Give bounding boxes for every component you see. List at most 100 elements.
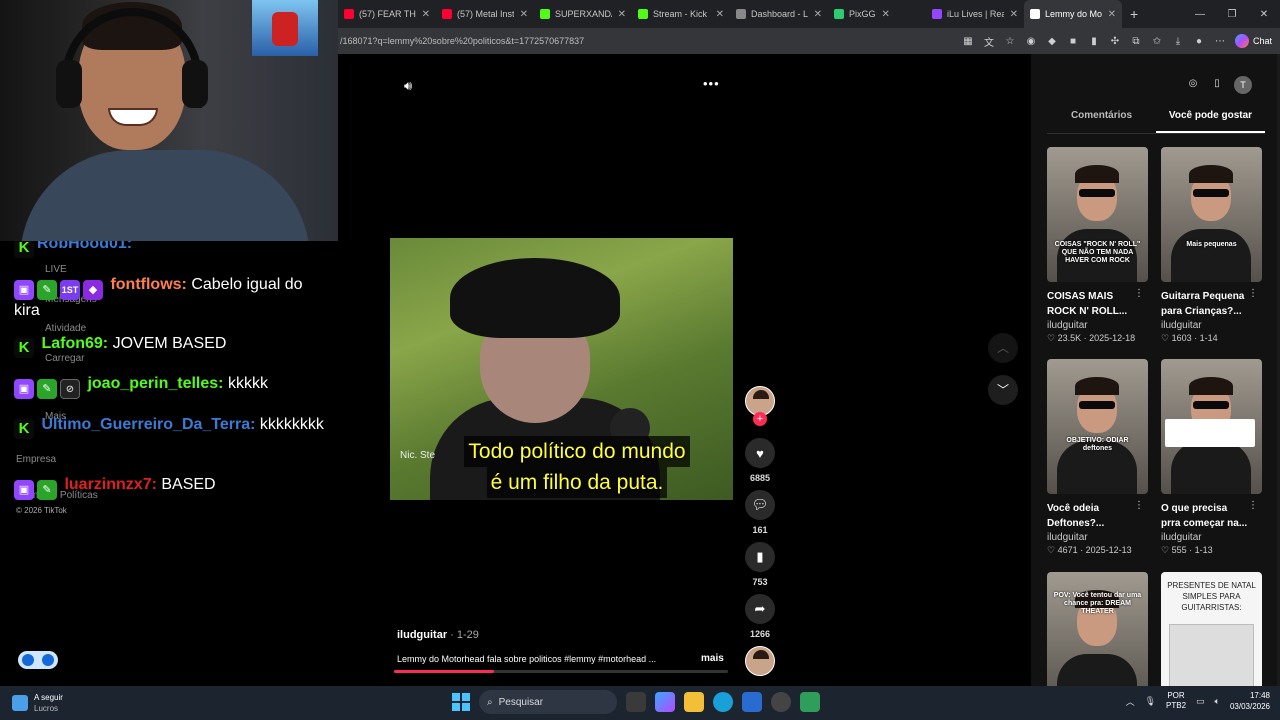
suggested-video-card[interactable]: OBJETIVO: ODIAR deftones ⋮ Você odeia De… xyxy=(1047,359,1148,556)
tab-favicon-icon xyxy=(834,9,844,19)
extension-icon[interactable]: ◉ xyxy=(1025,35,1037,47)
next-video-button[interactable]: ﹀ xyxy=(988,375,1018,405)
browser-tab[interactable]: SUPERXANDAO S ✕ xyxy=(534,0,632,28)
author-avatar[interactable]: + xyxy=(742,386,778,426)
new-tab-button[interactable]: + xyxy=(1130,6,1138,22)
side-panel: ◎ ▯ T Comentários Você pode gostar COISA… xyxy=(1031,54,1280,686)
tiktok-copyright: © 2026 TikTok xyxy=(16,506,67,515)
windows-start-icon[interactable] xyxy=(452,693,470,711)
description-more-link[interactable]: mais xyxy=(701,653,724,664)
copilot-chat-button[interactable]: Chat xyxy=(1234,34,1272,48)
tab-comments[interactable]: Comentários xyxy=(1047,110,1156,133)
profile-icon[interactable]: ● xyxy=(1193,35,1205,47)
save-button[interactable]: ▮ 753 xyxy=(742,542,778,587)
file-explorer-icon[interactable] xyxy=(684,692,704,712)
card-menu-icon[interactable]: ⋮ xyxy=(1134,288,1144,299)
suggested-video-card[interactable]: COISAS "ROCK N' ROLL" QUE NÃO TEM NADA H… xyxy=(1047,147,1148,344)
video-description: Lemmy do Motorhead fala sobre politicos … xyxy=(397,654,657,664)
share-button[interactable]: ➦ 1266 xyxy=(742,594,778,639)
apps-icon[interactable]: ▦ xyxy=(962,35,974,47)
follow-plus-icon[interactable]: + xyxy=(753,412,767,426)
task-view-icon[interactable] xyxy=(626,692,646,712)
video-thumbnail: PRESENTES DE NATAL SIMPLES PARA GUITARRI… xyxy=(1161,572,1262,686)
tab-close-icon[interactable]: ✕ xyxy=(882,9,890,20)
wall-poster xyxy=(252,0,318,56)
card-menu-icon[interactable]: ⋮ xyxy=(1248,288,1258,299)
suggested-video-card[interactable]: ⋮ O que precisa prra começar na... iludg… xyxy=(1161,359,1262,556)
chat-message: ▣ ✎ luarzinnzx7: BASED xyxy=(14,474,330,500)
tab-suggested[interactable]: Você pode gostar xyxy=(1156,110,1265,133)
taskbar-search[interactable]: ⌕ Pesquisar xyxy=(479,690,617,714)
card-menu-icon[interactable]: ⋮ xyxy=(1248,500,1258,511)
suggested-video-card[interactable]: POV: Você tentou dar uma chance pra: DRE… xyxy=(1047,572,1148,686)
video-author[interactable]: iludguitar · 1-29 xyxy=(397,629,479,641)
phone-icon[interactable]: ▯ xyxy=(1210,78,1224,92)
accessibility-toggle[interactable] xyxy=(18,651,58,669)
browser-tab[interactable]: iLu Lives | React ✕ xyxy=(926,0,1024,28)
favorites-icon[interactable]: ✩ xyxy=(1151,35,1163,47)
widgets-button[interactable]: A seguir Lucros xyxy=(12,692,63,714)
card-menu-icon[interactable]: ⋮ xyxy=(1134,500,1144,511)
translate-icon[interactable]: 文 xyxy=(983,35,995,49)
tab-title: iLu Lives | React xyxy=(947,9,1004,19)
url-text[interactable]: /168071?q=lemmy%20sobre%20politicos&t=17… xyxy=(340,36,962,46)
more-options-icon[interactable]: ••• xyxy=(703,76,720,91)
puzzle-icon[interactable]: ✣ xyxy=(1109,35,1121,47)
cowboy-hat xyxy=(450,258,620,338)
video-progress-bar[interactable] xyxy=(394,670,728,673)
suggested-video-card[interactable]: Mais pequenas ⋮ Guitarra Pequena para Cr… xyxy=(1161,147,1262,344)
extension-red-icon[interactable]: ▮ xyxy=(1088,35,1100,47)
comment-icon: 💬︎ xyxy=(745,490,775,520)
tab-close-icon[interactable]: ✕ xyxy=(422,9,430,20)
sound-author-avatar[interactable] xyxy=(742,646,778,676)
language-indicator[interactable]: POR PTB2 xyxy=(1166,691,1186,711)
user-avatar[interactable]: T xyxy=(1234,76,1252,94)
suggested-video-card[interactable]: PRESENTES DE NATAL SIMPLES PARA GUITARRI… xyxy=(1161,572,1262,686)
minimize-icon[interactable]: — xyxy=(1184,9,1216,20)
favorite-star-icon[interactable]: ☆ xyxy=(1004,35,1016,47)
browser-tab[interactable]: Stream - Kick Da ✕ xyxy=(632,0,730,28)
download-icon[interactable]: ⤓ xyxy=(1172,35,1184,47)
tab-close-icon[interactable]: ✕ xyxy=(520,9,528,20)
close-window-icon[interactable]: ✕ xyxy=(1248,9,1280,20)
chat-message: K Lafon69: JOVEM BASED xyxy=(14,333,330,358)
chat-message-partial: K RobHood01: xyxy=(14,241,330,258)
photos-app-icon[interactable] xyxy=(742,692,762,712)
maximize-icon[interactable]: ❐ xyxy=(1216,9,1248,20)
obs-app-icon[interactable] xyxy=(771,692,791,712)
network-icon[interactable]: ▭ xyxy=(1196,696,1205,707)
copilot-icon xyxy=(1234,34,1249,48)
shield-icon[interactable]: ◆ xyxy=(1046,35,1058,47)
tab-close-icon[interactable]: ✕ xyxy=(1010,9,1018,20)
comment-button[interactable]: 💬︎ 161 xyxy=(742,490,778,535)
extension-blue-icon[interactable]: ■ xyxy=(1067,35,1079,47)
tab-close-icon[interactable]: ✕ xyxy=(1108,9,1116,20)
panel-tabs: Comentários Você pode gostar xyxy=(1047,110,1265,134)
video-player[interactable]: Nic. Ste Todo político do mundo é um fil… xyxy=(390,238,733,500)
diamond-badge-icon: ◆ xyxy=(83,280,103,300)
like-button[interactable]: ♥ 6885 xyxy=(742,438,778,483)
speaker-icon[interactable]: 🔈︎ xyxy=(1215,696,1220,707)
tray-overflow-icon[interactable]: ︿ xyxy=(1126,695,1135,708)
play-icon xyxy=(22,654,34,666)
browser-tab[interactable]: Dashboard - Live ✕ xyxy=(730,0,828,28)
edge-browser-icon[interactable] xyxy=(713,692,733,712)
tab-close-icon[interactable]: ✕ xyxy=(618,9,626,20)
footer-company-link[interactable]: Empresa xyxy=(16,454,56,465)
heart-outline-icon: ♡ xyxy=(1161,333,1170,343)
previous-video-button[interactable]: ︿ xyxy=(988,333,1018,363)
microphone-icon[interactable]: 🎙︎ xyxy=(1145,696,1156,707)
tab-close-icon[interactable]: ✕ xyxy=(716,9,724,20)
tab-close-icon[interactable]: ✕ xyxy=(814,9,822,20)
browser-tab[interactable]: PixGG ✕ xyxy=(828,0,926,28)
browser-tab[interactable]: Lemmy do Motor ✕ xyxy=(1024,0,1122,28)
chat-app-icon[interactable] xyxy=(800,692,820,712)
browser-tab[interactable]: (57) Metal Instru ✕ xyxy=(436,0,534,28)
volume-icon[interactable]: 🔊︎ xyxy=(404,78,412,94)
copilot-app-icon[interactable] xyxy=(655,692,675,712)
taskbar-clock[interactable]: 17:48 03/03/2026 xyxy=(1230,690,1270,712)
menu-dots-icon[interactable]: ⋯ xyxy=(1214,35,1226,47)
browser-tab[interactable]: (57) FEAR THE CI ✕ xyxy=(338,0,436,28)
split-screen-icon[interactable]: ⧉ xyxy=(1130,35,1142,47)
compass-icon[interactable]: ◎ xyxy=(1186,78,1200,92)
